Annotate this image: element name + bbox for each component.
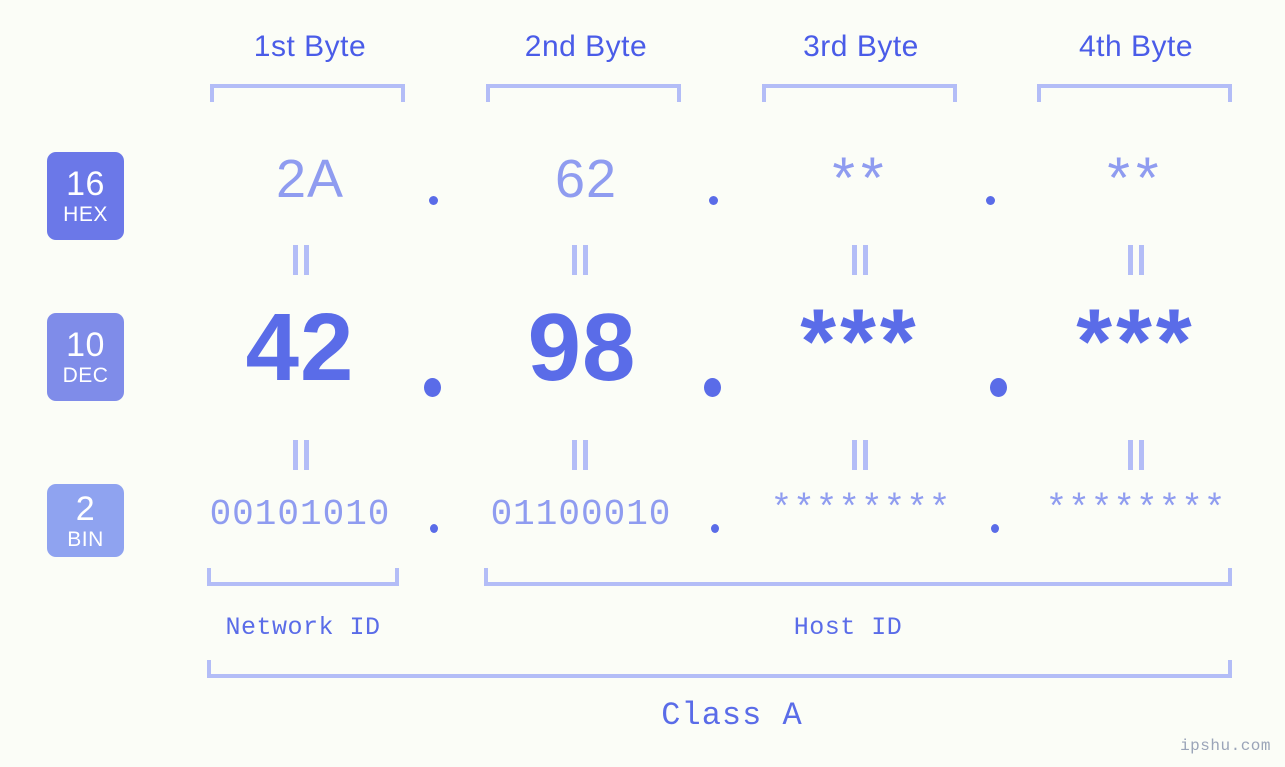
equals-mark-dec-bin-1 [292,440,310,470]
dec-separator-dot-1 [424,378,441,397]
bin-value-byte-3: ******** [770,489,952,530]
radix-badge-bin: 2 BIN [47,484,124,557]
hex-value-byte-3: ** [832,146,890,211]
radix-badge-dec-name: DEC [62,364,109,387]
bin-separator-dot-2 [711,524,719,533]
byte-bracket-top-1 [210,84,405,102]
byte-header-3: 3rd Byte [803,30,919,63]
bin-value-byte-1: 00101010 [209,494,391,535]
byte-header-2: 2nd Byte [524,30,648,63]
byte-header-4: 4th Byte [1078,30,1194,63]
equals-mark-dec-bin-3 [851,440,869,470]
bin-separator-dot-3 [991,524,999,533]
byte-bracket-top-2 [486,84,681,102]
host-id-label: Host ID [793,613,903,642]
equals-mark-dec-bin-4 [1127,440,1145,470]
network-id-label: Network ID [225,613,381,642]
dec-value-byte-4: *** [1076,291,1196,393]
radix-badge-bin-number: 2 [75,489,96,528]
byte-bracket-top-3 [762,84,957,102]
byte-header-1: 1st Byte [253,30,367,63]
equals-mark-hex-dec-4 [1127,245,1145,275]
hex-value-byte-2: 62 [554,149,618,209]
radix-badge-hex: 16 HEX [47,152,124,240]
dec-separator-dot-2 [704,378,721,397]
equals-mark-hex-dec-3 [851,245,869,275]
radix-badge-dec: 10 DEC [47,313,124,401]
class-label: Class A [661,697,803,734]
dec-value-byte-3: *** [800,291,920,393]
radix-badge-bin-name: BIN [67,527,104,551]
dec-value-byte-2: 98 [527,294,637,401]
network-id-bracket [207,568,399,586]
radix-badge-hex-name: HEX [63,203,108,226]
equals-mark-hex-dec-1 [292,245,310,275]
hex-value-byte-1: 2A [275,149,345,209]
hex-separator-dot-1 [429,196,438,205]
bin-value-byte-4: ******** [1045,489,1227,530]
radix-badge-dec-number: 10 [66,326,105,364]
radix-badge-hex-number: 16 [66,165,105,203]
ip-breakdown-diagram: 1st Byte 2nd Byte 3rd Byte 4th Byte 16 H… [0,0,1285,767]
bin-separator-dot-1 [430,524,438,533]
dec-value-byte-1: 42 [245,294,355,401]
hex-separator-dot-2 [709,196,718,205]
dec-separator-dot-3 [990,378,1007,397]
host-id-bracket [484,568,1232,586]
byte-bracket-top-4 [1037,84,1232,102]
equals-mark-dec-bin-2 [571,440,589,470]
bin-value-byte-2: 01100010 [490,494,672,535]
hex-value-byte-4: ** [1107,146,1165,211]
class-bracket [207,660,1232,678]
hex-separator-dot-3 [986,196,995,205]
site-watermark: ipshu.com [1180,737,1271,755]
equals-mark-hex-dec-2 [571,245,589,275]
